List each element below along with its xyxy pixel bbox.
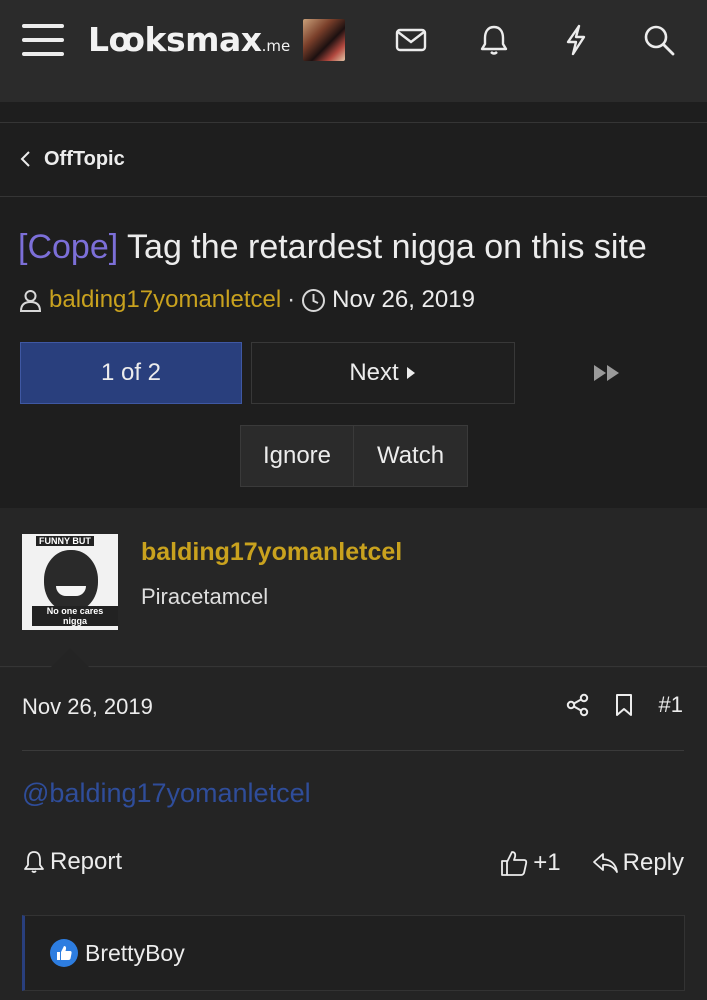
share-icon[interactable] [565,692,591,718]
avatar-caption-bottom: No one cares nigga [32,606,118,626]
post-footer-actions: +1 Reply [499,848,684,878]
clock-icon [302,288,326,312]
post-footer: Report +1 Reply [22,848,684,884]
post-avatar[interactable]: FUNNY BUT No one cares nigga [22,534,118,630]
chevron-left-icon [20,151,30,167]
bell-icon [24,851,44,873]
avatar-caption-top: FUNNY BUT [36,536,94,546]
caret-right-icon [406,367,415,379]
bookmark-icon[interactable] [611,692,637,718]
like-reaction-icon [50,939,78,967]
meta-separator: · [287,286,296,313]
next-page-button[interactable]: Next [251,342,515,404]
post-tools: #1 [565,692,683,718]
thread-author[interactable]: balding17yomanletcel [49,286,281,314]
user-avatar[interactable] [303,19,345,61]
breadcrumb[interactable]: OffTopic [18,144,125,174]
last-page-button[interactable] [580,342,634,404]
divider [0,666,707,667]
reply-icon [592,853,618,873]
thumbs-up-icon [501,851,528,876]
reactions-bar[interactable]: BrettyBoy [22,915,685,991]
page-selector-button[interactable]: 1 of 2 [20,342,242,404]
thread-title-text: Tag the retardest nigga on this site [127,228,647,266]
search-icon[interactable] [641,22,677,58]
like-label: +1 [533,849,561,876]
next-page-label: Next [349,359,399,386]
like-button[interactable]: +1 [499,848,561,878]
top-navbar: Lꝏksmax.me [0,0,707,102]
thread-title: [Cope] Tag the retardest nigga on this s… [18,228,698,267]
post-number[interactable]: #1 [659,692,683,718]
menu-icon[interactable] [22,24,64,56]
fast-forward-icon [594,365,619,381]
site-logo[interactable]: Lꝏksmax.me [88,20,290,59]
avatar-face [44,550,98,612]
thread-date[interactable]: Nov 26, 2019 [332,286,475,314]
post-username[interactable]: balding17yomanletcel [141,538,402,567]
post-pointer [50,648,90,668]
thread-prefix[interactable]: [Cope] [18,228,118,266]
reply-button[interactable]: Reply [591,849,684,877]
envelope-icon[interactable] [393,22,429,58]
ignore-button[interactable]: Ignore [240,425,354,487]
thread-action-group: Ignore Watch [240,425,468,487]
post-user-title: Piracetamcel [141,584,269,609]
page-current-label: 1 of 2 [100,359,162,386]
report-label: Report [50,848,123,875]
post-date[interactable]: Nov 26, 2019 [22,694,153,720]
bell-icon[interactable] [476,22,512,58]
divider [22,750,684,751]
thread-meta: balding17yomanletcel · Nov 26, 2019 [18,286,475,314]
post-mention[interactable]: @balding17yomanletcel [22,778,311,809]
watch-button[interactable]: Watch [354,425,468,487]
report-link[interactable]: Report [22,848,122,876]
divider [0,122,707,123]
lightning-icon[interactable] [558,22,594,58]
breadcrumb-label[interactable]: OffTopic [44,148,125,171]
divider [0,196,707,197]
reaction-users[interactable]: BrettyBoy [85,940,185,967]
user-icon [19,289,42,312]
reply-label: Reply [622,849,684,876]
